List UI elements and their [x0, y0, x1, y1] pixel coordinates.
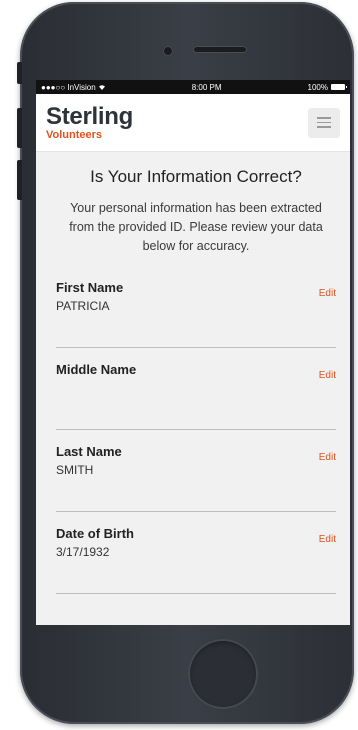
field-label: First Name: [56, 280, 124, 295]
intro-text: Your personal information has been extra…: [69, 201, 323, 253]
volume-up-button: [17, 108, 22, 148]
main-content: Is Your Information Correct? Your person…: [36, 152, 350, 625]
page-title: Is Your Information Correct?: [90, 167, 302, 186]
earpiece-speaker: [193, 46, 247, 53]
field-label: Last Name: [56, 444, 122, 459]
sterling-logo[interactable]: Sterling Volunteers: [46, 102, 133, 141]
field-last-name: Last Name SMITH Edit: [56, 430, 336, 512]
field-label: Date of Birth: [56, 526, 134, 541]
logo-wordmark: Sterling: [46, 102, 133, 130]
battery-percent: 100%: [307, 82, 328, 92]
hamburger-icon: [317, 117, 331, 119]
carrier-label: ●●●○○ InVision: [41, 82, 96, 92]
field-first-name: First Name PATRICIA Edit: [56, 266, 336, 348]
field-value: SMITH: [56, 463, 94, 477]
app-header: Sterling Volunteers: [36, 94, 350, 152]
field-middle-name: Middle Name Edit: [56, 348, 336, 430]
wifi-icon: [98, 83, 106, 92]
front-camera: [163, 46, 173, 56]
edit-middle-name-link[interactable]: Edit: [319, 370, 336, 381]
field-value: 3/17/1932: [56, 545, 110, 559]
field-value: PATRICIA: [56, 299, 110, 313]
hamburger-menu-button[interactable]: [308, 107, 340, 138]
status-bar: ●●●○○ InVision 8:00 PM 100%: [36, 80, 350, 94]
home-button[interactable]: [188, 639, 258, 709]
edit-last-name-link[interactable]: Edit: [319, 452, 336, 463]
logo-subtitle: Volunteers: [46, 128, 103, 141]
field-label: Middle Name: [56, 362, 137, 377]
battery-icon: [331, 84, 347, 90]
volume-down-button: [17, 160, 22, 200]
edit-first-name-link[interactable]: Edit: [319, 288, 336, 299]
field-date-of-birth: Date of Birth 3/17/1932 Edit: [56, 512, 336, 594]
phone-screen: ●●●○○ InVision 8:00 PM 100% Sterling Vol…: [36, 80, 350, 625]
edit-date-of-birth-link[interactable]: Edit: [319, 534, 336, 545]
clock: 8:00 PM: [191, 82, 222, 92]
mute-switch: [17, 62, 22, 84]
